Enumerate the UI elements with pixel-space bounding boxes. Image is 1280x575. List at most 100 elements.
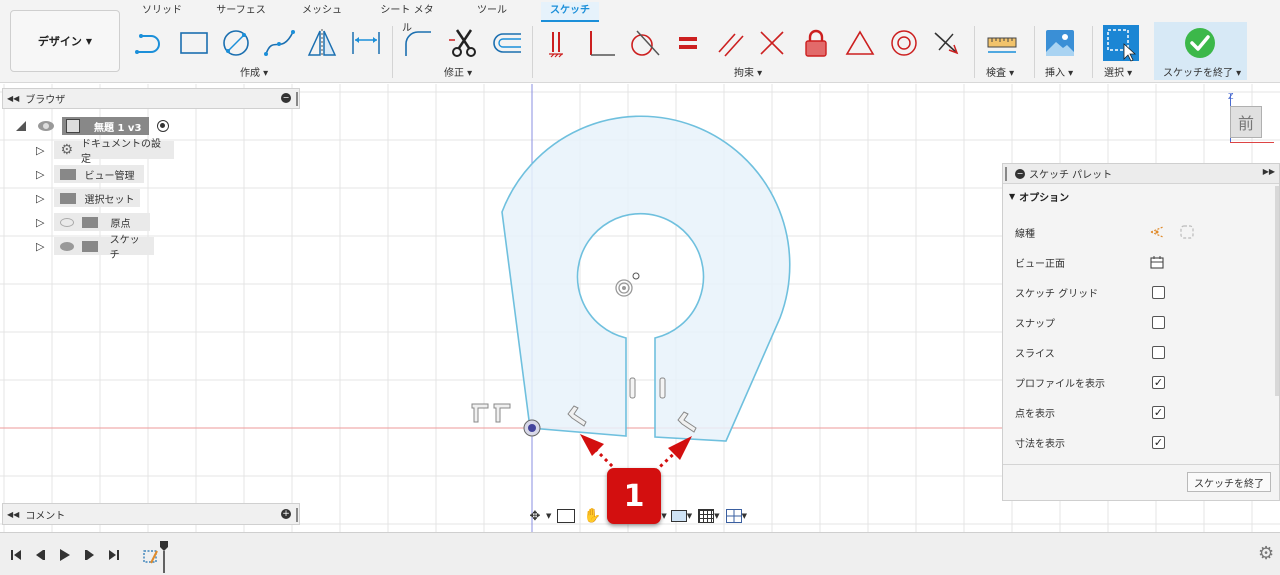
browser-item-origin[interactable]: ▷ 原点	[36, 212, 151, 232]
activate-radio-icon[interactable]	[157, 120, 170, 132]
viewcube[interactable]: Z 前	[1218, 92, 1274, 148]
finish-sketch-label[interactable]: スケッチを終了 ▾	[1163, 64, 1241, 79]
timeline-marker[interactable]	[160, 541, 168, 573]
play-icon[interactable]	[56, 547, 72, 563]
browser-item-document-settings[interactable]: ▷ ⚙ ドキュメントの設定	[36, 139, 175, 165]
section-collapse-icon[interactable]: ▼	[1009, 192, 1015, 201]
browser-item-selection-sets[interactable]: ▷ 選択セット	[36, 188, 141, 208]
select-group-label[interactable]: 選択 ▾	[1104, 64, 1132, 79]
options-section-header[interactable]: ▼ オプション	[1003, 184, 1279, 208]
collapse-icon[interactable]: ◀◀	[7, 510, 19, 519]
step-back-icon[interactable]	[32, 547, 48, 563]
snap-checkbox[interactable]	[1152, 316, 1165, 329]
midpoint-icon[interactable]	[928, 26, 964, 60]
palette-header[interactable]: − スケッチ パレット ▶▶	[1003, 164, 1279, 184]
viewcube-front-face[interactable]: 前	[1230, 106, 1262, 138]
concentric-icon[interactable]	[886, 26, 922, 60]
constrain-group-label[interactable]: 拘束 ▾	[734, 64, 762, 79]
browser-header[interactable]: ◀◀ ブラウザ −	[2, 88, 300, 109]
grid-settings-icon[interactable]	[698, 509, 715, 523]
collapse-icon[interactable]: ◀◀	[7, 94, 19, 103]
panel-grip-icon[interactable]	[296, 92, 298, 106]
timeline-sketch-feature-icon[interactable]	[142, 547, 160, 565]
hidden-eye-icon[interactable]	[60, 217, 75, 227]
trim-scissors-icon[interactable]	[446, 26, 482, 60]
sketch-grid-checkbox[interactable]	[1152, 286, 1165, 299]
measure-icon[interactable]	[984, 26, 1020, 60]
look-at-icon[interactable]	[557, 509, 576, 523]
tab-surface[interactable]: サーフェス	[215, 2, 267, 22]
equal-icon[interactable]	[670, 26, 706, 60]
tangent-icon[interactable]	[626, 26, 662, 60]
dimension-icon[interactable]	[348, 26, 384, 60]
line-icon[interactable]	[132, 26, 168, 60]
palette-finish-sketch-button[interactable]: スケッチを終了	[1187, 472, 1271, 492]
panel-grip-icon[interactable]	[1005, 167, 1007, 181]
browser-item-view-management[interactable]: ▷ ビュー管理	[36, 164, 145, 184]
chevron-down-icon[interactable]: ▼	[661, 512, 666, 520]
horizontal-vertical-constraint-icon[interactable]	[542, 26, 578, 60]
horizontal-constraint-glyph[interactable]	[471, 403, 511, 423]
chevron-down-icon[interactable]: ▼	[714, 512, 719, 520]
triangle-constraint-icon[interactable]	[842, 26, 878, 60]
slice-checkbox[interactable]	[1152, 346, 1165, 359]
step-forward-icon[interactable]	[82, 547, 98, 563]
design-workspace-button[interactable]: デザイン ▼	[10, 10, 120, 72]
offset-icon[interactable]	[488, 26, 524, 60]
panel-grip-icon[interactable]	[296, 508, 298, 522]
browser-item-sketches[interactable]: ▷ スケッチ	[36, 235, 155, 261]
insert-group-label[interactable]: 挿入 ▾	[1045, 64, 1073, 79]
orbit-icon[interactable]: ✥	[524, 509, 546, 524]
parallel-icon[interactable]	[712, 26, 748, 60]
add-comment-icon[interactable]: +	[281, 509, 291, 519]
palette-scrollbar[interactable]	[1275, 186, 1279, 396]
mirror-icon[interactable]	[304, 26, 340, 60]
show-profile-checkbox[interactable]: ✓	[1152, 376, 1165, 389]
insert-image-icon[interactable]	[1042, 26, 1078, 60]
spline-icon[interactable]	[262, 26, 298, 60]
comments-header[interactable]: ◀◀ コメント +	[2, 503, 300, 525]
visibility-eye-icon[interactable]	[60, 241, 75, 251]
viewports-icon[interactable]	[725, 509, 742, 523]
perpendicular-icon[interactable]	[584, 26, 620, 60]
pan-hand-icon[interactable]: ✋	[583, 508, 601, 524]
minimize-icon[interactable]: −	[281, 93, 291, 103]
expand-arrow-icon[interactable]: ▷	[36, 216, 44, 229]
browser-root-item[interactable]: 無題 1 v3	[16, 116, 170, 136]
expand-arrow-icon[interactable]: ▷	[36, 168, 44, 181]
go-to-end-icon[interactable]	[106, 547, 122, 563]
timeline-settings-gear-icon[interactable]: ⚙	[1258, 545, 1274, 563]
centerline-icon[interactable]	[1179, 224, 1195, 240]
fillet-icon[interactable]	[400, 26, 436, 60]
rectangle-icon[interactable]	[176, 26, 212, 60]
circle-icon[interactable]	[218, 26, 254, 60]
chevron-down-icon[interactable]: ▼	[687, 512, 692, 520]
origin-point[interactable]	[523, 419, 541, 437]
show-points-checkbox[interactable]: ✓	[1152, 406, 1165, 419]
inspect-group-label[interactable]: 検査 ▾	[986, 64, 1014, 79]
modify-group-label[interactable]: 修正 ▾	[444, 64, 472, 79]
tab-sheet-metal[interactable]: シート メタル	[376, 2, 438, 34]
expand-arrow-icon[interactable]: ▷	[36, 240, 44, 253]
select-icon[interactable]	[1102, 24, 1140, 62]
parallel-constraint-glyph[interactable]	[629, 377, 666, 399]
expand-arrow-icon[interactable]: ▷	[36, 192, 44, 205]
look-at-icon[interactable]	[1149, 254, 1165, 270]
expand-panel-icon[interactable]: ▶▶	[1263, 167, 1275, 176]
go-to-start-icon[interactable]	[8, 547, 24, 563]
tab-sketch[interactable]: スケッチ	[541, 2, 599, 22]
coincident-icon[interactable]	[754, 26, 790, 60]
tab-solid[interactable]: ソリッド	[140, 2, 184, 22]
construction-line-icon[interactable]	[1149, 224, 1165, 240]
fix-lock-icon[interactable]	[798, 26, 834, 60]
tab-tools[interactable]: ツール	[474, 2, 510, 22]
expand-triangle-icon[interactable]	[16, 121, 26, 131]
tab-mesh[interactable]: メッシュ	[300, 2, 344, 22]
sketch-profile[interactable]	[501, 115, 791, 442]
checkmark-icon[interactable]	[1182, 26, 1218, 60]
chevron-down-icon[interactable]: ▼	[742, 512, 747, 520]
display-settings-icon[interactable]	[670, 510, 687, 522]
minimize-icon[interactable]: −	[1015, 168, 1025, 179]
expand-arrow-icon[interactable]: ▷	[36, 144, 44, 157]
visibility-eye-icon[interactable]	[38, 121, 54, 131]
